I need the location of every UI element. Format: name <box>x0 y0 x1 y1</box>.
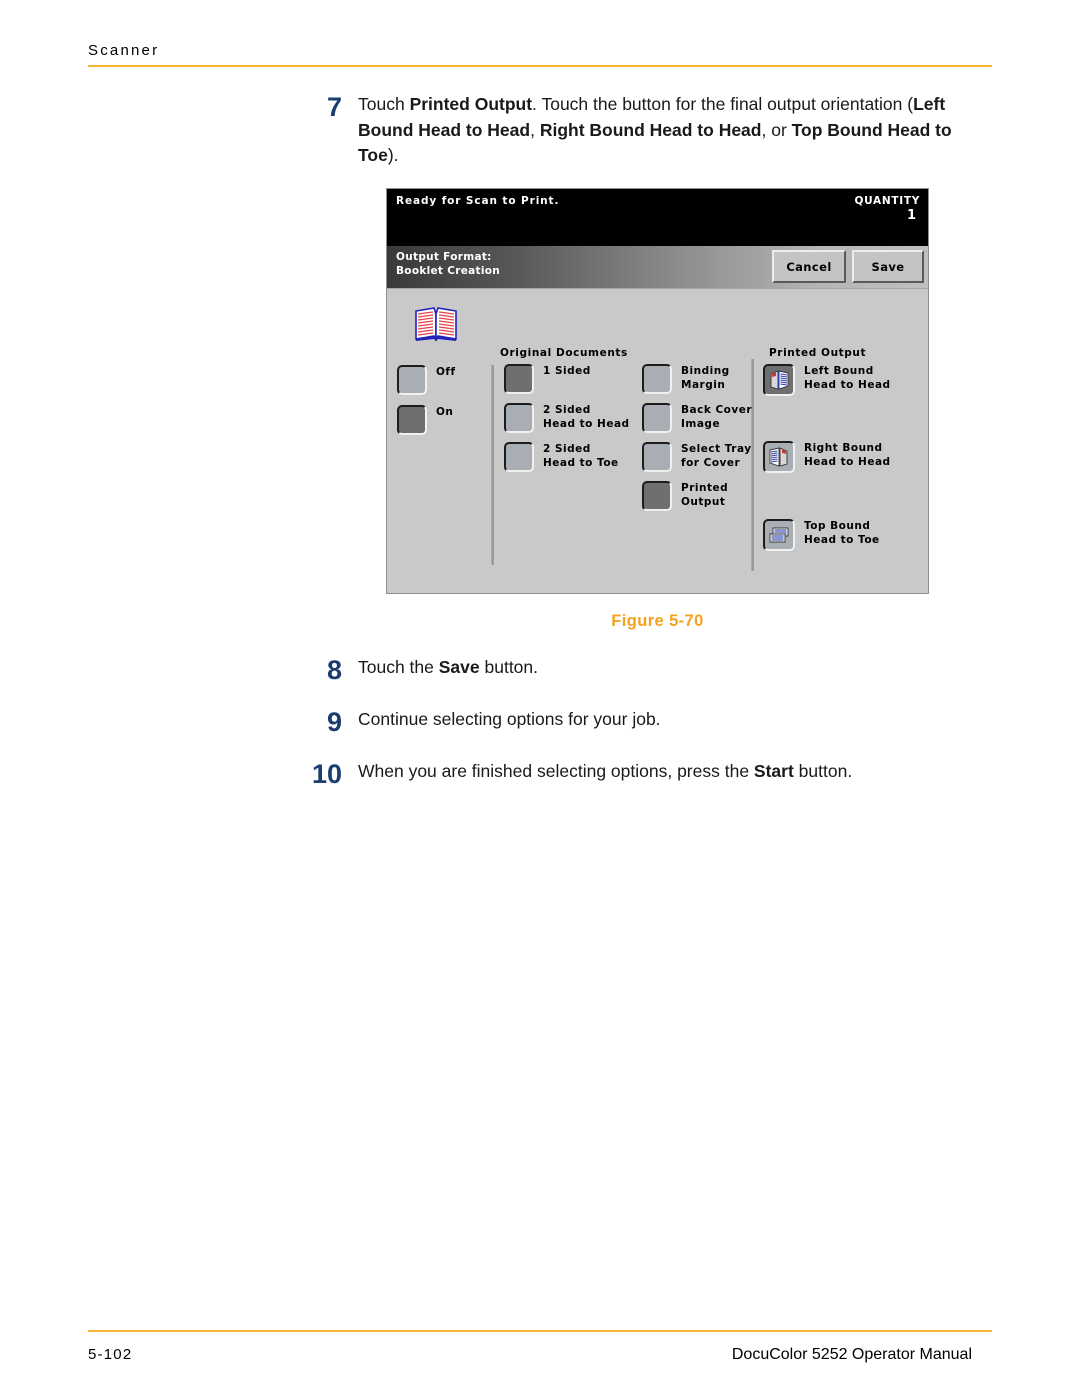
binding-margin-button[interactable] <box>642 364 672 394</box>
step-text: Touch Printed Output. Touch the button f… <box>358 94 952 165</box>
top-bound-label-line1: Top Bound <box>804 520 871 532</box>
original-2-sided-htt-label-line1: 2 Sided <box>543 443 591 455</box>
left-bound-icon <box>767 368 791 392</box>
original-2-sided-hth-option[interactable]: 2 Sided Head to Head <box>504 403 630 433</box>
original-1-sided-button[interactable] <box>504 364 534 394</box>
booklet-on-button[interactable] <box>397 405 427 435</box>
divider-left <box>491 365 494 565</box>
original-1-sided-label-line1: 1 Sided <box>543 365 591 377</box>
back-cover-image-label-line1: Back Cover <box>681 404 753 416</box>
footer-rule <box>88 1330 992 1332</box>
open-book-icon <box>414 305 458 343</box>
original-2-sided-hth-button[interactable] <box>504 403 534 433</box>
step-text: When you are finished selecting options,… <box>358 761 853 781</box>
steps-lower: 8 Touch the Save button. 9 Continue sele… <box>300 655 1000 811</box>
select-tray-for-cover-button[interactable] <box>642 442 672 472</box>
top-bound-label-line2: Head to Toe <box>804 533 880 546</box>
select-tray-for-cover-label-line1: Select Tray <box>681 443 752 455</box>
original-documents-title: Original Documents <box>500 347 628 359</box>
quantity-value: 1 <box>906 208 916 223</box>
step-item: 7 Touch Printed Output. Touch the button… <box>300 92 960 169</box>
select-tray-for-cover-label-line2: for Cover <box>681 456 741 469</box>
step-number: 10 <box>311 759 342 789</box>
step-number: 9 <box>326 707 342 737</box>
top-bound-option[interactable]: Top Bound Head to Toe <box>763 519 880 551</box>
right-bound-label-line1: Right Bound <box>804 442 883 454</box>
original-2-sided-htt-option[interactable]: 2 Sided Head to Toe <box>504 442 619 472</box>
figure-caption: Figure 5-70 <box>611 612 704 630</box>
ui-body: Original Documents Printed Output Off On… <box>387 289 928 593</box>
top-bound-button[interactable] <box>763 519 795 551</box>
steps-upper: 7 Touch Printed Output. Touch the button… <box>300 92 960 169</box>
step-item: 9 Continue selecting options for your jo… <box>300 707 1000 737</box>
printed-output-label-line1: Printed <box>681 482 729 494</box>
page-header: Scanner <box>88 42 992 67</box>
right-bound-button[interactable] <box>763 441 795 473</box>
top-bound-icon <box>767 523 791 547</box>
binding-margin-label-line2: Margin <box>681 378 726 391</box>
step-text: Touch the Save button. <box>358 657 539 677</box>
binding-margin-label-line1: Binding <box>681 365 730 377</box>
original-2-sided-htt-label-line2: Head to Toe <box>543 456 619 469</box>
right-bound-label-line2: Head to Head <box>804 455 891 468</box>
back-cover-image-option[interactable]: Back Cover Image <box>642 403 752 433</box>
left-bound-label-line1: Left Bound <box>804 365 874 377</box>
printed-output-label-line2: Output <box>681 495 726 508</box>
original-2-sided-hth-label-line1: 2 Sided <box>543 404 591 416</box>
header-rule <box>88 65 992 67</box>
original-1-sided-option[interactable]: 1 Sided <box>504 364 591 394</box>
step-number: 7 <box>326 92 342 122</box>
booklet-creation-label: Booklet Creation <box>396 265 501 277</box>
right-bound-icon <box>767 445 791 469</box>
back-cover-image-button[interactable] <box>642 403 672 433</box>
printed-output-option[interactable]: Printed Output <box>642 481 728 511</box>
booklet-on-label: On <box>436 406 454 418</box>
quantity-label: QUANTITY <box>854 195 920 207</box>
step-text: Continue selecting options for your job. <box>358 709 661 729</box>
printed-output-button[interactable] <box>642 481 672 511</box>
booklet-on-option[interactable]: On <box>397 405 453 435</box>
title-bar: Output Format: Booklet Creation Cancel S… <box>387 246 928 289</box>
footer-manual-title: DocuColor 5252 Operator Manual <box>731 1346 972 1363</box>
booklet-off-button[interactable] <box>397 365 427 395</box>
status-message: Ready for Scan to Print. <box>396 195 560 207</box>
booklet-off-label: Off <box>436 366 456 378</box>
status-bar: Ready for Scan to Print. QUANTITY 1 <box>387 189 928 246</box>
back-cover-image-label-line2: Image <box>681 417 721 430</box>
page-footer: 5-102 DocuColor 5252 Operator Manual <box>88 1330 992 1364</box>
footer-page-number: 5-102 <box>88 1346 133 1363</box>
step-number: 8 <box>326 655 342 685</box>
right-bound-option[interactable]: Right Bound Head to Head <box>763 441 891 473</box>
binding-margin-option[interactable]: Binding Margin <box>642 364 730 394</box>
cancel-button[interactable]: Cancel <box>772 250 846 283</box>
select-tray-for-cover-option[interactable]: Select Tray for Cover <box>642 442 752 472</box>
original-2-sided-hth-label-line2: Head to Head <box>543 417 630 430</box>
left-bound-label-line2: Head to Head <box>804 378 891 391</box>
original-2-sided-htt-button[interactable] <box>504 442 534 472</box>
left-bound-option[interactable]: Left Bound Head to Head <box>763 364 891 396</box>
section-title: Scanner <box>88 42 160 59</box>
save-button[interactable]: Save <box>852 250 924 283</box>
step-item: 10 When you are finished selecting optio… <box>300 759 1000 789</box>
printed-output-title: Printed Output <box>769 347 867 359</box>
step-item: 8 Touch the Save button. <box>300 655 1000 685</box>
booklet-off-option[interactable]: Off <box>397 365 456 395</box>
scanner-touchscreen-figure: Ready for Scan to Print. QUANTITY 1 Outp… <box>386 188 929 594</box>
left-bound-button[interactable] <box>763 364 795 396</box>
output-format-label: Output Format: <box>396 251 492 263</box>
